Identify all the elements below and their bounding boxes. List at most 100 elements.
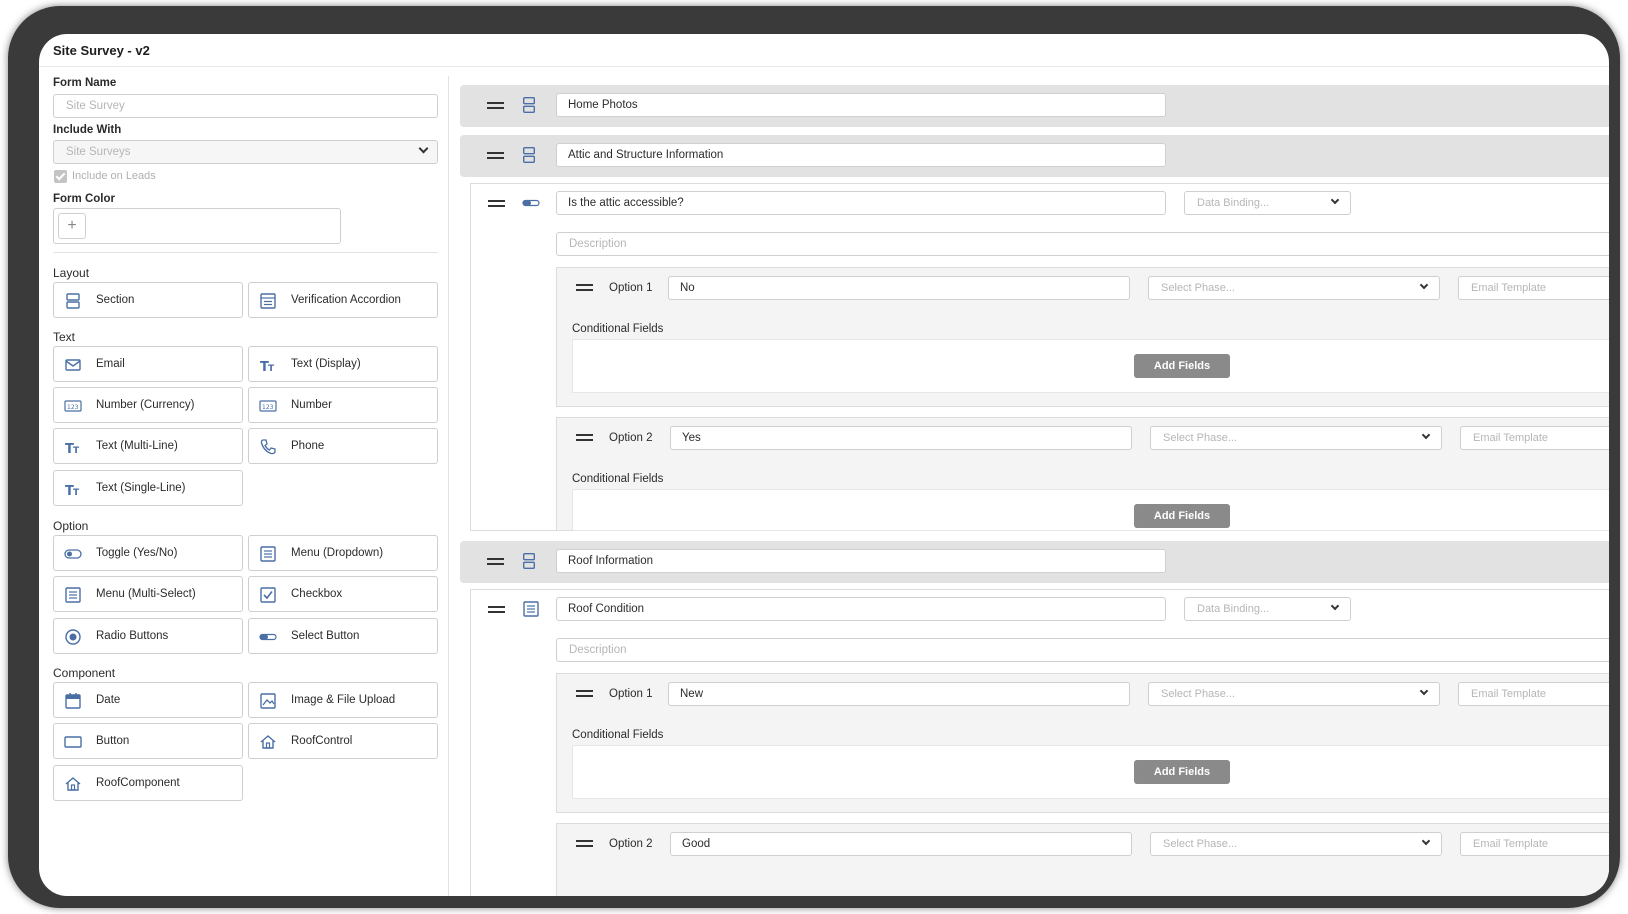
add-fields-button[interactable]: Add Fields xyxy=(1134,760,1230,784)
chevron-down-icon xyxy=(1421,836,1431,846)
select-phase-dropdown[interactable]: Select Phase... xyxy=(1148,682,1440,706)
palette-button-label: Button xyxy=(96,735,130,747)
chevron-down-icon xyxy=(418,143,429,154)
palette-verification-accordion[interactable]: Verification Accordion xyxy=(248,282,438,318)
drag-handle-icon[interactable] xyxy=(488,200,505,207)
option-value-input[interactable]: Good xyxy=(670,832,1132,856)
palette-menu-dropdown[interactable]: Menu (Dropdown) xyxy=(248,535,438,571)
select-phase-placeholder: Select Phase... xyxy=(1163,432,1237,444)
email-template-dropdown[interactable]: Email Template xyxy=(1460,832,1609,856)
palette-image-file-upload[interactable]: Image & File Upload xyxy=(248,682,438,718)
palette-date[interactable]: Date xyxy=(53,682,243,718)
palette-checkbox[interactable]: Checkbox xyxy=(248,576,438,612)
option-value-input[interactable]: Yes xyxy=(670,426,1132,450)
svg-text:T: T xyxy=(73,488,80,498)
add-color-button[interactable]: + xyxy=(58,213,86,239)
option-label: Option 2 xyxy=(609,432,653,444)
include-on-leads-label: Include on Leads xyxy=(72,170,156,182)
chevron-down-icon xyxy=(1421,430,1431,440)
left-divider xyxy=(53,252,438,253)
palette-number-currency[interactable]: 123 Number (Currency) xyxy=(53,387,243,423)
field-question-input[interactable]: Is the attic accessible? xyxy=(556,191,1166,215)
email-template-dropdown[interactable]: Email Template xyxy=(1458,682,1609,706)
drag-handle-icon[interactable] xyxy=(487,102,504,109)
palette-email[interactable]: Email xyxy=(53,346,243,382)
palette-phone[interactable]: Phone xyxy=(248,428,438,464)
calendar-icon xyxy=(65,693,81,709)
palette-menu-multi-select[interactable]: Menu (Multi-Select) xyxy=(53,576,243,612)
radio-icon xyxy=(65,629,81,645)
palette-text-display[interactable]: TT Text (Display) xyxy=(248,346,438,382)
include-on-leads-checkbox[interactable] xyxy=(54,170,67,183)
app-window: Site Survey - v2 Form Name Site Survey I… xyxy=(39,34,1609,896)
select-button-icon xyxy=(259,633,277,641)
description-input[interactable]: Description xyxy=(556,232,1609,256)
title-divider xyxy=(39,66,1609,67)
add-fields-button[interactable]: Add Fields xyxy=(1134,354,1230,378)
palette-text-multi-line-label: Text (Multi-Line) xyxy=(96,440,178,452)
email-template-dropdown[interactable]: Email Template xyxy=(1460,426,1609,450)
select-phase-placeholder: Select Phase... xyxy=(1161,282,1235,294)
menu-icon xyxy=(523,601,539,617)
envelope-icon xyxy=(65,359,81,371)
email-template-placeholder: Email Template xyxy=(1471,282,1546,294)
email-template-placeholder: Email Template xyxy=(1473,838,1548,850)
drag-handle-icon[interactable] xyxy=(576,284,593,291)
option-category-title: Option xyxy=(53,519,89,533)
drag-handle-icon[interactable] xyxy=(488,606,505,613)
option-value-input[interactable]: No xyxy=(668,276,1130,300)
chevron-down-icon xyxy=(1419,686,1429,696)
drag-handle-icon[interactable] xyxy=(576,434,593,441)
form-color-picker[interactable]: + xyxy=(53,208,341,244)
option-label: Option 1 xyxy=(609,282,653,294)
component-category-title: Component xyxy=(53,666,116,680)
data-binding-placeholder: Data Binding... xyxy=(1197,603,1270,615)
description-input[interactable]: Description xyxy=(556,638,1609,662)
palette-toggle[interactable]: Toggle (Yes/No) xyxy=(53,535,243,571)
option-value-input[interactable]: New xyxy=(668,682,1130,706)
form-name-input[interactable]: Site Survey xyxy=(53,94,438,118)
palette-roofcomponent[interactable]: RoofComponent xyxy=(53,765,243,801)
palette-section[interactable]: Section xyxy=(53,282,243,318)
drag-handle-icon[interactable] xyxy=(487,152,504,159)
section-icon xyxy=(523,553,535,569)
palette-text-multi-line[interactable]: TT Text (Multi-Line) xyxy=(53,428,243,464)
drag-handle-icon[interactable] xyxy=(487,558,504,565)
add-fields-button[interactable]: Add Fields xyxy=(1134,504,1230,528)
drag-handle-icon[interactable] xyxy=(576,840,593,847)
palette-text-single-line[interactable]: TT Text (Single-Line) xyxy=(53,470,243,506)
section-title-input[interactable]: Attic and Structure Information xyxy=(556,143,1166,167)
select-phase-dropdown[interactable]: Select Phase... xyxy=(1150,832,1442,856)
field-question-input[interactable]: Roof Condition xyxy=(556,597,1166,621)
device-frame: Site Survey - v2 Form Name Site Survey I… xyxy=(8,6,1620,908)
svg-text:123: 123 xyxy=(262,404,274,411)
text-icon: TT xyxy=(65,484,80,498)
number-icon: 123 xyxy=(259,400,277,412)
palette-section-label: Section xyxy=(96,294,135,306)
chevron-down-icon xyxy=(1330,195,1340,205)
select-phase-dropdown[interactable]: Select Phase... xyxy=(1150,426,1442,450)
email-template-dropdown[interactable]: Email Template xyxy=(1458,276,1609,300)
palette-phone-label: Phone xyxy=(291,440,325,452)
data-binding-select[interactable]: Data Binding... xyxy=(1184,597,1351,621)
chevron-down-icon xyxy=(1419,280,1429,290)
drag-handle-icon[interactable] xyxy=(576,690,593,697)
palette-number[interactable]: 123 Number xyxy=(248,387,438,423)
data-binding-select[interactable]: Data Binding... xyxy=(1184,191,1351,215)
select-button-icon xyxy=(522,199,540,207)
section-icon xyxy=(523,147,535,163)
palette-roofcontrol[interactable]: RoofControl xyxy=(248,723,438,759)
select-phase-dropdown[interactable]: Select Phase... xyxy=(1148,276,1440,300)
section-title-input[interactable]: Home Photos xyxy=(556,93,1166,117)
palette-radio-buttons[interactable]: Radio Buttons xyxy=(53,618,243,654)
house-icon xyxy=(260,735,276,749)
palette-roofcontrol-label: RoofControl xyxy=(291,735,353,747)
form-color-label: Form Color xyxy=(53,193,115,205)
include-with-select[interactable]: Site Surveys xyxy=(53,140,438,164)
section-title-input[interactable]: Roof Information xyxy=(556,549,1166,573)
palette-radio-buttons-label: Radio Buttons xyxy=(96,630,169,642)
palette-button[interactable]: Button xyxy=(53,723,243,759)
palette-text-single-line-label: Text (Single-Line) xyxy=(96,482,186,494)
palette-select-button[interactable]: Select Button xyxy=(248,618,438,654)
option-label: Option 2 xyxy=(609,838,653,850)
